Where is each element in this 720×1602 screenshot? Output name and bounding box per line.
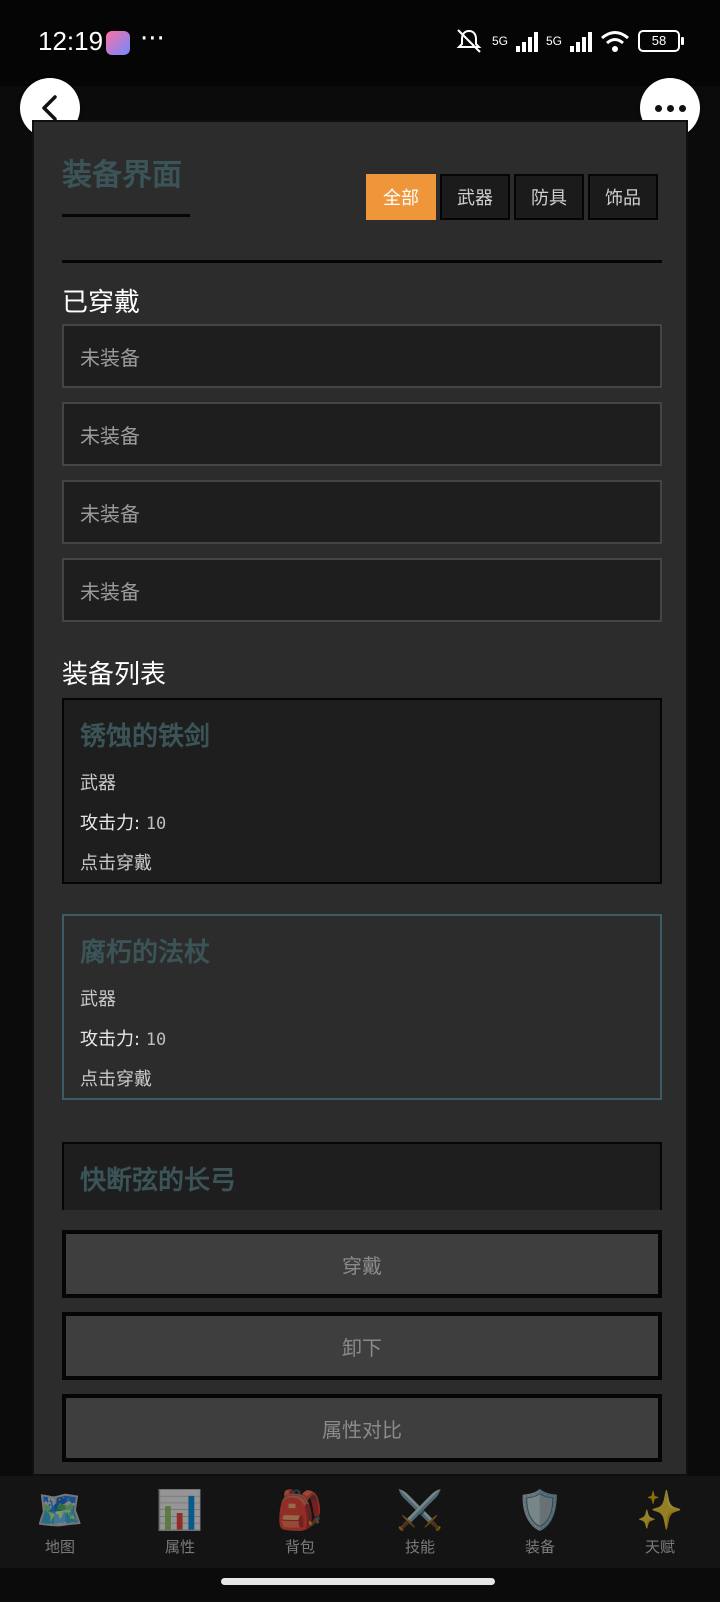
chevron-left-icon <box>42 95 57 121</box>
tab-accessory[interactable]: 饰品 <box>588 174 658 220</box>
mute-bell-icon <box>456 29 482 53</box>
nav-label: 属性 <box>164 1537 195 1556</box>
equipment-name: 快断弦的长弓 <box>80 1166 237 1196</box>
equip-hint: 点击穿戴 <box>80 853 152 874</box>
unequip-button[interactable]: 卸下 <box>62 1312 662 1380</box>
map-icon: 🗺️ <box>36 1487 84 1532</box>
network-type-1: 5G <box>491 34 508 48</box>
equipped-slot-3[interactable]: 未装备 <box>62 480 662 544</box>
tab-all[interactable]: 全部 <box>366 174 436 220</box>
equip-button[interactable]: 穿戴 <box>62 1230 662 1298</box>
nav-backpack[interactable]: 🎒 背包 <box>240 1476 360 1568</box>
equipped-slot-4[interactable]: 未装备 <box>62 558 662 622</box>
equip-hint: 点击穿戴 <box>80 1069 152 1090</box>
equipment-item-rusty-sword[interactable]: 锈蚀的铁剑 武器 攻击力: 10 点击穿戴 <box>62 698 662 884</box>
nav-label: 背包 <box>284 1537 315 1556</box>
nav-label: 装备 <box>524 1537 555 1556</box>
equipment-item-decayed-staff[interactable]: 腐朽的法杖 武器 攻击力: 10 点击穿戴 <box>62 914 662 1100</box>
tab-armor[interactable]: 防具 <box>514 174 584 220</box>
filter-tabs: 全部 武器 防具 饰品 <box>366 174 658 220</box>
equipped-slot-1[interactable]: 未装备 <box>62 324 662 388</box>
tab-weapon[interactable]: 武器 <box>440 174 510 220</box>
battery-icon: 58 <box>638 30 684 52</box>
crossed-swords-icon: ⚔️ <box>396 1487 444 1532</box>
equipment-stat: 攻击力: 10 <box>80 809 644 835</box>
app-notification-icon <box>106 31 130 55</box>
title-underline <box>62 214 190 217</box>
section-divider <box>62 260 662 263</box>
nav-skills[interactable]: ⚔️ 技能 <box>360 1476 480 1568</box>
stat-value: 10 <box>145 1030 167 1050</box>
chart-icon: 📊 <box>156 1487 204 1532</box>
equipment-stat: 攻击力: 10 <box>80 1025 644 1051</box>
equipment-name: 锈蚀的铁剑 <box>80 722 211 752</box>
equipment-type: 武器 <box>80 989 116 1010</box>
status-bar: 12:19 ··· 5G 5G 58 <box>0 0 720 86</box>
gesture-area <box>0 1568 720 1602</box>
signal-icon-1 <box>515 30 538 52</box>
nav-attributes[interactable]: 📊 属性 <box>120 1476 240 1568</box>
stat-label: 攻击力: <box>80 1029 141 1050</box>
nav-label: 技能 <box>404 1537 435 1556</box>
equipment-list-heading: 装备列表 <box>62 660 167 690</box>
signal-icon-2 <box>570 30 592 52</box>
nav-label: 天赋 <box>644 1537 675 1556</box>
home-gesture-bar[interactable] <box>221 1578 495 1585</box>
equipped-heading: 已穿戴 <box>62 288 141 318</box>
shield-icon: 🛡️ <box>516 1487 564 1532</box>
stat-label: 攻击力: <box>80 813 141 834</box>
wifi-icon <box>601 31 629 52</box>
nav-talents[interactable]: ✨ 天赋 <box>600 1476 720 1568</box>
stat-value: 10 <box>145 814 167 834</box>
backpack-icon: 🎒 <box>276 1487 324 1532</box>
status-more-icon: ··· <box>140 24 165 54</box>
status-indicators: 5G 5G 58 <box>454 28 684 54</box>
equipment-panel: 装备界面 全部 武器 防具 饰品 已穿戴 未装备 未装备 未装备 未装备 装备列… <box>32 120 688 1476</box>
equipment-name: 腐朽的法杖 <box>80 938 211 968</box>
network-type-2: 5G <box>545 34 562 48</box>
more-dots-icon <box>654 104 686 112</box>
compare-stats-button[interactable]: 属性对比 <box>62 1394 662 1462</box>
equipped-slot-2[interactable]: 未装备 <box>62 402 662 466</box>
status-time: 12:19 <box>38 26 104 56</box>
equipment-type: 武器 <box>80 773 116 794</box>
nav-equipment[interactable]: 🛡️ 装备 <box>480 1476 600 1568</box>
nav-label: 地图 <box>44 1537 75 1556</box>
page-title: 装备界面 <box>62 158 182 193</box>
nav-map[interactable]: 🗺️ 地图 <box>0 1476 120 1568</box>
equipment-item-longbow[interactable]: 快断弦的长弓 <box>62 1142 662 1210</box>
bottom-nav: 🗺️ 地图 📊 属性 🎒 背包 ⚔️ 技能 🛡️ 装备 ✨ 天赋 <box>0 1476 720 1568</box>
sparkles-icon: ✨ <box>636 1487 684 1532</box>
